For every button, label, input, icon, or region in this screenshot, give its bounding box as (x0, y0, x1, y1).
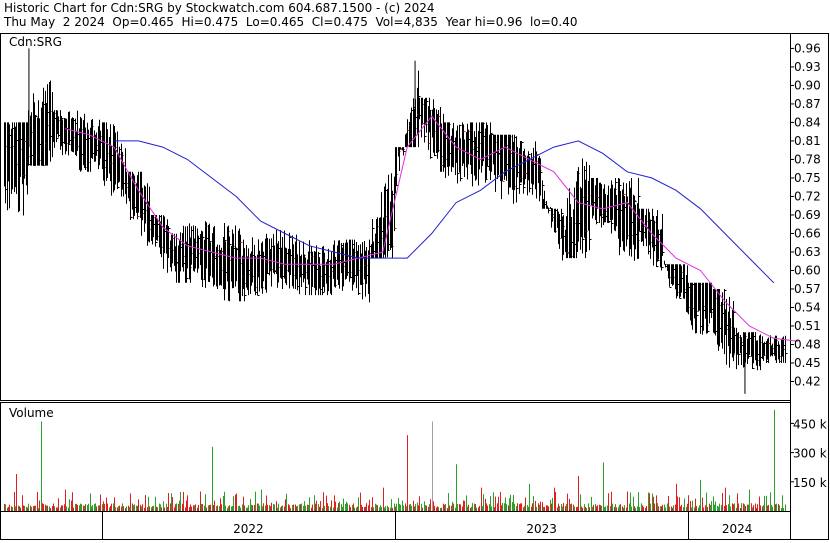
volume-panel-frame (0, 402, 791, 512)
volume-tick-label: 450 k (793, 417, 827, 431)
year-label: 2022 (233, 522, 264, 536)
price-tick-label: 0.42 (794, 374, 821, 388)
price-tick-label: 0.48 (794, 337, 821, 351)
price-tick-label: 0.72 (794, 189, 821, 203)
volume-tick-label: 150 k (793, 476, 827, 490)
volume-panel-title: Volume (9, 406, 54, 420)
price-tick-label: 0.57 (794, 282, 821, 296)
volume-axis: 450 k 300 k 150 k (790, 417, 827, 490)
year-label: 2024 (722, 522, 753, 536)
price-tick-label: 0.75 (794, 171, 821, 185)
price-tick-label: 0.54 (794, 300, 821, 314)
price-tick-label: 0.51 (794, 319, 821, 333)
year-label: 2023 (526, 522, 557, 536)
price-tick-label: 0.63 (794, 245, 821, 259)
price-tick-label: 0.87 (794, 97, 821, 111)
price-tick-label: 0.60 (794, 263, 821, 277)
price-tick-label: 0.45 (794, 356, 821, 370)
stock-chart: 0.96 0.93 0.90 0.87 0.84 0.81 0.78 0.75 0.72 0.69… (0, 33, 829, 540)
price-tick-label: 0.81 (794, 134, 821, 148)
price-tick-label: 0.78 (794, 152, 821, 166)
price-tick-label: 0.96 (794, 41, 821, 55)
price-panel-title: Cdn:SRG (9, 35, 62, 49)
price-tick-label: 0.90 (794, 78, 821, 92)
price-tick-label: 0.66 (794, 226, 821, 240)
price-tick-label: 0.93 (794, 60, 821, 74)
price-tick-label: 0.69 (794, 208, 821, 222)
volume-tick-label: 300 k (793, 447, 827, 461)
price-panel-frame (0, 33, 791, 401)
price-tick-label: 0.84 (794, 115, 821, 129)
